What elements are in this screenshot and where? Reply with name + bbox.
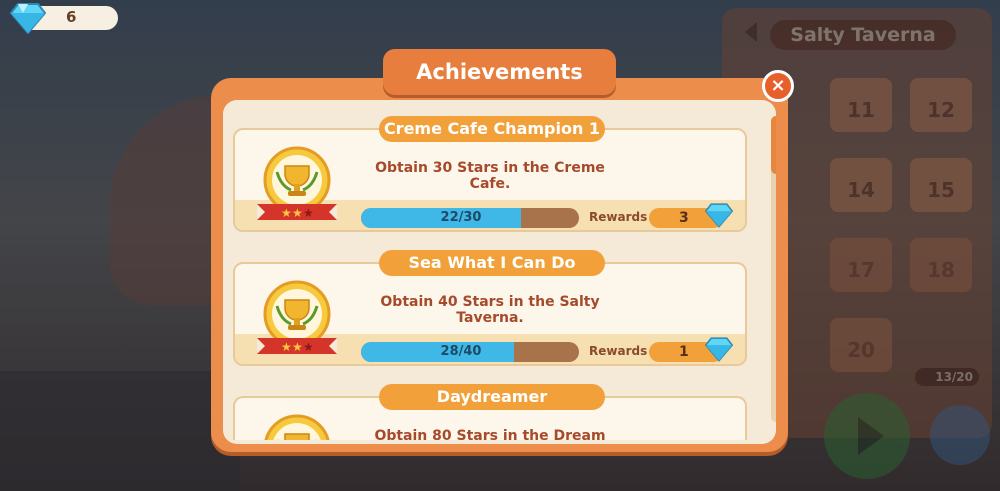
achievement-card: Sea What I Can Do ★ ★ ★ Obtain 40 Stars in t… <box>233 250 747 366</box>
svg-text:★: ★ <box>281 206 292 220</box>
achievement-description: Obtain 80 Stars in the Dream Deli. <box>374 428 606 440</box>
svg-text:★: ★ <box>292 340 303 354</box>
trophy-medal-icon: ★★★ <box>257 280 337 354</box>
achievement-title: Creme Cafe Champion 1 <box>379 116 605 142</box>
rewards-label: Rewards <box>589 210 648 224</box>
achievement-title: Daydreamer <box>379 384 605 410</box>
diamond-icon <box>705 337 733 362</box>
trophy-medal-icon: ★★★ <box>257 146 337 220</box>
reward-amount: 1 <box>679 344 689 360</box>
svg-text:★: ★ <box>292 206 303 220</box>
trophy-medal-icon: ★★★ <box>264 414 330 440</box>
progress-text: 22/30 <box>440 210 482 225</box>
svg-text:★: ★ <box>303 206 314 220</box>
reward-pill: 1 <box>649 337 733 362</box>
achievement-title: Sea What I Can Do <box>379 250 605 276</box>
achievement-description: Obtain 30 Stars in the Creme Cafe. <box>375 160 605 192</box>
svg-text:★: ★ <box>281 340 292 354</box>
achievement-card: Daydreamer ★★★ Obtain 80 Stars in the Drea… <box>233 384 747 440</box>
diamond-icon <box>705 203 733 228</box>
progress-bar: 28/40 <box>361 342 579 362</box>
achievement-description: Obtain 40 Stars in the Salty Taverna. <box>380 294 600 326</box>
rewards-label: Rewards <box>589 344 648 358</box>
svg-text:★: ★ <box>303 340 314 354</box>
progress-text: 28/40 <box>440 344 482 359</box>
reward-amount: 3 <box>679 210 689 226</box>
achievement-card: Creme Cafe Champion 1 ★ ★ ★ Obtain 30 Stars … <box>233 116 747 232</box>
reward-pill: 3 <box>649 203 733 228</box>
progress-bar: 22/30 <box>361 208 579 228</box>
